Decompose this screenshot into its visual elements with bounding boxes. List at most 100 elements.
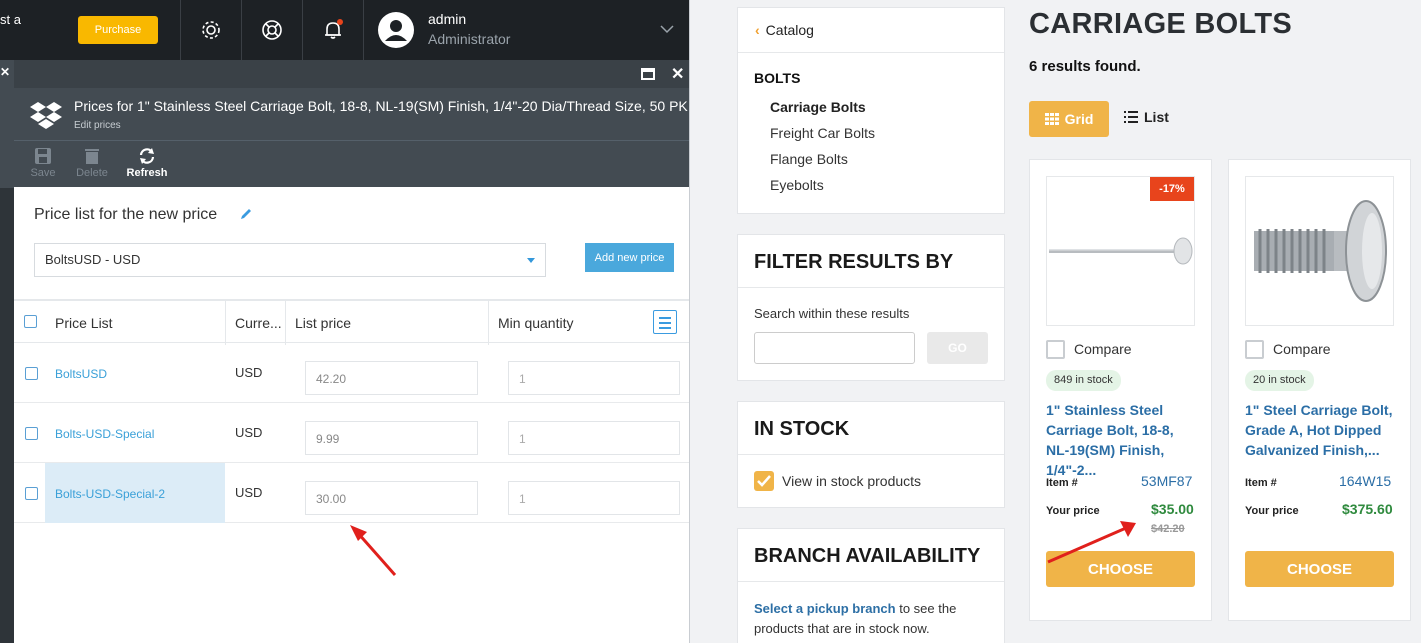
category-link-flange-bolts[interactable]: Flange Bolts xyxy=(770,151,848,167)
price-list-name[interactable]: Bolts-USD-Special xyxy=(55,427,154,441)
column-divider xyxy=(225,301,226,345)
list-label: List xyxy=(1144,109,1169,125)
collapsed-blade-header: ✕ xyxy=(0,60,14,188)
menu-line xyxy=(659,322,671,324)
lifebuoy-icon[interactable] xyxy=(259,17,285,43)
bolt-image xyxy=(1254,200,1387,302)
in-stock-checkbox[interactable] xyxy=(754,471,774,491)
close-icon[interactable]: ✕ xyxy=(671,64,684,84)
admin-topbar: st a Purchase admin Administrator xyxy=(0,0,689,60)
price-label: Your price xyxy=(1245,505,1299,517)
list-price-input[interactable]: 30.00 xyxy=(305,481,478,515)
column-list-price[interactable]: List price xyxy=(295,315,351,331)
list-icon xyxy=(1124,111,1138,123)
list-price-input[interactable]: 42.20 xyxy=(305,361,478,395)
divider xyxy=(241,0,242,60)
user-name: admin xyxy=(428,11,467,27)
discount-badge: -17% xyxy=(1150,177,1194,201)
item-number-label: Item # xyxy=(1245,477,1277,489)
pencil-icon[interactable] xyxy=(240,208,252,220)
row-currency: USD xyxy=(235,485,263,500)
row-checkbox[interactable] xyxy=(25,367,38,380)
compare-checkbox[interactable] xyxy=(1245,340,1264,359)
catalog-back-label: Catalog xyxy=(765,22,814,38)
blade-title: Prices for 1" Stainless Steel Carriage B… xyxy=(74,98,688,114)
delete-button[interactable]: Delete xyxy=(67,147,117,179)
column-min-quantity[interactable]: Min quantity xyxy=(498,315,573,331)
divider xyxy=(738,581,1004,582)
row-checkbox[interactable] xyxy=(25,427,38,440)
min-quantity-input[interactable]: 1 xyxy=(508,361,680,395)
dropbox-icon xyxy=(30,102,62,129)
delete-label: Delete xyxy=(76,167,108,179)
price-list-name[interactable]: BoltsUSD xyxy=(55,367,107,381)
category-heading[interactable]: BOLTS xyxy=(754,70,800,86)
user-role: Administrator xyxy=(428,31,511,47)
table-row[interactable]: Bolts-USD-Special-2 USD 30.00 1 xyxy=(14,463,689,523)
column-price-list[interactable]: Price List xyxy=(55,315,113,331)
in-stock-heading: IN STOCK xyxy=(754,418,850,440)
truncated-text: st a xyxy=(0,12,21,27)
chevron-left-icon: ‹ xyxy=(755,22,760,38)
stock-badge: 849 in stock xyxy=(1046,370,1121,391)
save-button[interactable]: Save xyxy=(18,147,68,179)
price-list-name[interactable]: Bolts-USD-Special-2 xyxy=(55,487,165,501)
grid-label: Grid xyxy=(1064,111,1094,127)
column-menu-button[interactable] xyxy=(653,310,677,334)
check-icon xyxy=(757,475,771,487)
branch-text: Select a pickup branch to see the produc… xyxy=(754,599,994,639)
product-image[interactable] xyxy=(1245,176,1394,326)
min-quantity-input[interactable]: 1 xyxy=(508,481,680,515)
chevron-down-icon[interactable] xyxy=(660,24,674,34)
gear-icon[interactable] xyxy=(198,17,224,43)
column-currency[interactable]: Curre... xyxy=(235,315,282,331)
item-number: 53MF87 xyxy=(1141,473,1193,489)
purchase-button[interactable]: Purchase xyxy=(78,16,158,44)
row-checkbox[interactable] xyxy=(25,487,38,500)
category-link-carriage-bolts[interactable]: Carriage Bolts xyxy=(770,99,866,115)
results-count: 6 results found. xyxy=(1029,58,1141,75)
blade-subtitle: Edit prices xyxy=(74,120,121,131)
product-price: $375.60 xyxy=(1342,501,1393,517)
select-all-checkbox[interactable] xyxy=(24,315,37,328)
compare-label[interactable]: Compare xyxy=(1273,341,1331,357)
divider xyxy=(738,287,1004,288)
caret-down-icon xyxy=(527,258,535,263)
grid-header: Price List Curre... List price Min quant… xyxy=(14,299,689,345)
select-branch-link[interactable]: Select a pickup branch xyxy=(754,601,896,616)
close-icon[interactable]: ✕ xyxy=(0,65,10,79)
search-label: Search within these results xyxy=(754,306,910,321)
bell-icon[interactable] xyxy=(320,17,346,43)
price-label: Your price xyxy=(1046,505,1100,517)
maximize-icon[interactable] xyxy=(641,68,655,80)
min-quantity-input[interactable]: 1 xyxy=(508,421,680,455)
add-new-price-button[interactable]: Add new price xyxy=(585,243,674,272)
go-button[interactable]: GO xyxy=(927,332,988,364)
item-number-label: Item # xyxy=(1046,477,1078,489)
category-link-eyebolts[interactable]: Eyebolts xyxy=(770,177,824,193)
grid-view-button[interactable]: Grid xyxy=(1029,101,1109,137)
product-name-link[interactable]: 1" Stainless Steel Carriage Bolt, 18-8, … xyxy=(1046,400,1196,480)
refresh-button[interactable]: Refresh xyxy=(122,147,172,179)
catalog-back-link[interactable]: ‹ Catalog xyxy=(755,22,814,38)
list-price-input[interactable]: 9.99 xyxy=(305,421,478,455)
avatar[interactable] xyxy=(378,12,414,48)
price-list-select[interactable]: BoltsUSD - USD xyxy=(34,243,546,277)
item-number: 164W15 xyxy=(1339,473,1392,489)
blade-toolbar: Save Delete Refresh xyxy=(14,140,689,187)
search-input[interactable] xyxy=(754,332,915,364)
table-row[interactable]: BoltsUSD USD 42.20 1 xyxy=(14,343,689,403)
product-price: $35.00 xyxy=(1151,501,1194,517)
divider xyxy=(302,0,303,60)
product-name-link[interactable]: 1" Steel Carriage Bolt, Grade A, Hot Dip… xyxy=(1245,400,1395,460)
column-divider xyxy=(488,301,489,345)
in-stock-label[interactable]: View in stock products xyxy=(782,473,921,489)
table-row[interactable]: Bolts-USD-Special USD 9.99 1 xyxy=(14,403,689,463)
compare-label[interactable]: Compare xyxy=(1074,341,1132,357)
list-view-button[interactable]: List xyxy=(1124,109,1169,125)
divider xyxy=(738,454,1004,455)
price-list-value: BoltsUSD - USD xyxy=(45,252,141,267)
category-link-freight-car-bolts[interactable]: Freight Car Bolts xyxy=(770,125,875,141)
choose-button[interactable]: CHOOSE xyxy=(1245,551,1394,587)
compare-checkbox[interactable] xyxy=(1046,340,1065,359)
